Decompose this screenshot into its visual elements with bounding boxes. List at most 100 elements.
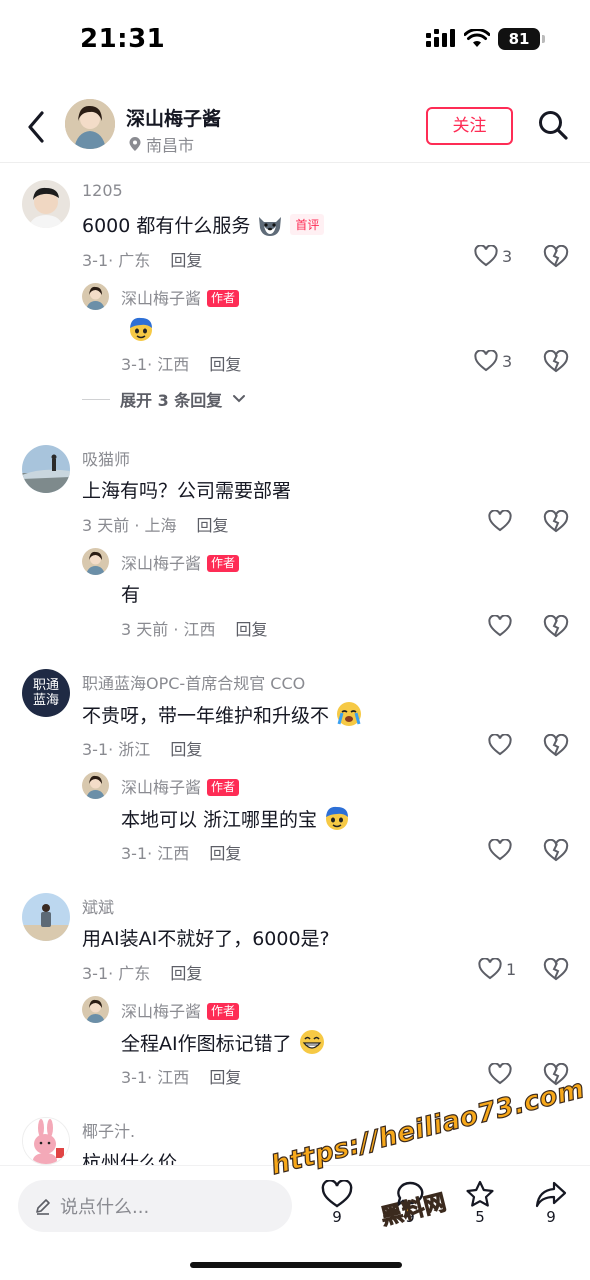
home-indicator bbox=[190, 1262, 402, 1268]
reply-date-location: 3-1· 江西 bbox=[121, 844, 190, 863]
reply-text: 有 bbox=[121, 584, 141, 606]
heart-icon bbox=[321, 1180, 353, 1208]
reply-text-body: 本地可以 浙江哪里的宝 bbox=[121, 808, 318, 831]
search-icon[interactable] bbox=[537, 109, 569, 141]
reply-meta: 3-1· 江西 回复 bbox=[121, 1064, 241, 1088]
reply-author[interactable]: 深山梅子酱 作者 bbox=[121, 774, 240, 798]
app-screen: { "status": {"time": "21:31", "battery":… bbox=[0, 0, 590, 1280]
reply-button[interactable]: 回复 bbox=[170, 740, 202, 759]
dislike-icon[interactable] bbox=[543, 958, 569, 982]
author-badge: 作者 bbox=[207, 1003, 240, 1020]
reply-meta: 3-1· 江西 回复 bbox=[121, 840, 241, 864]
reply-button[interactable]: 回复 bbox=[209, 1068, 241, 1087]
author-avatar[interactable] bbox=[65, 99, 115, 149]
reply-text-body: 全程AI作图标记错了 bbox=[121, 1032, 292, 1055]
reply-date-location: 3-1· 江西 bbox=[121, 1068, 190, 1087]
author-name[interactable]: 深山梅子酱 bbox=[126, 104, 221, 131]
reply-author[interactable]: 深山梅子酱 作者 bbox=[121, 550, 240, 574]
commenter-name[interactable]: 职通蓝海OPC-首席合规官 CCO bbox=[82, 670, 305, 694]
wifi-icon bbox=[464, 29, 490, 47]
reply-button[interactable]: 回复 bbox=[236, 620, 268, 639]
comment-meta: 3-1· 广东 回复 bbox=[82, 960, 202, 984]
location-text: 南昌市 bbox=[146, 136, 195, 155]
reply-button[interactable]: 回复 bbox=[197, 516, 229, 535]
like-button[interactable]: 1 bbox=[478, 958, 516, 980]
comment-text: 6000 都有什么服务 首评 bbox=[82, 211, 325, 238]
comment-date-location: 3-1· 浙江 bbox=[82, 740, 151, 759]
commenter-name[interactable]: 1205 bbox=[82, 181, 123, 200]
dislike-icon[interactable] bbox=[543, 510, 569, 534]
reply-button[interactable]: 回复 bbox=[170, 251, 202, 270]
commenter-name[interactable]: 吸猫师 bbox=[82, 446, 130, 470]
reply-avatar[interactable] bbox=[82, 996, 109, 1023]
favorite-action[interactable]: 5 bbox=[460, 1180, 500, 1226]
star-icon bbox=[466, 1180, 494, 1207]
like-button[interactable]: 3 bbox=[474, 350, 512, 372]
reply-text: 全程AI作图标记错了 bbox=[121, 1028, 326, 1056]
reply-date-location: 3-1· 江西 bbox=[121, 355, 190, 374]
heart-icon bbox=[488, 839, 512, 861]
like-button[interactable] bbox=[488, 510, 512, 532]
comment-item: 吸猫师 上海有吗？公司需要部署 3 天前 · 上海 回复 深山梅子酱 作者 有 3 … bbox=[0, 430, 590, 640]
author-location: 南昌市 bbox=[128, 132, 194, 156]
dislike-icon[interactable] bbox=[543, 350, 569, 374]
chevron-down-icon bbox=[233, 395, 246, 403]
comment-text: 不贵呀，带一年维护和升级不 bbox=[82, 700, 363, 728]
reply-avatar[interactable] bbox=[82, 772, 109, 799]
reply-author[interactable]: 深山梅子酱 作者 bbox=[121, 998, 240, 1022]
reply-button[interactable]: 回复 bbox=[209, 355, 241, 374]
back-icon[interactable] bbox=[22, 109, 52, 145]
like-count: 3 bbox=[502, 246, 513, 266]
expand-replies-button[interactable]: 展开 3 条回复 bbox=[82, 387, 246, 411]
comment-text: 用AI装AI不就好了，6000是? bbox=[82, 928, 330, 950]
follow-button[interactable]: 关注 bbox=[426, 107, 513, 145]
reply-author[interactable]: 深山梅子酱 作者 bbox=[121, 285, 240, 309]
like-button[interactable] bbox=[488, 615, 512, 637]
reply-avatar[interactable] bbox=[82, 548, 109, 575]
author-badge: 作者 bbox=[207, 555, 240, 572]
comment-text: 上海有吗？公司需要部署 bbox=[82, 480, 292, 502]
cellular-signal-icon bbox=[426, 29, 455, 47]
like-button[interactable] bbox=[488, 839, 512, 861]
heart-icon bbox=[474, 350, 498, 372]
comment-meta: 3 天前 · 上海 回复 bbox=[82, 512, 229, 536]
heart-icon bbox=[488, 1063, 512, 1085]
dislike-icon[interactable] bbox=[543, 839, 569, 863]
commenter-avatar[interactable]: 职通 蓝海 bbox=[22, 669, 70, 717]
reply-author-name: 深山梅子酱 bbox=[121, 289, 202, 308]
commenter-avatar[interactable] bbox=[22, 180, 70, 228]
commenter-name[interactable]: 斌斌 bbox=[82, 894, 114, 918]
like-button[interactable] bbox=[488, 734, 512, 756]
author-badge: 作者 bbox=[207, 779, 240, 796]
reply-button[interactable]: 回复 bbox=[170, 964, 202, 983]
heart-icon bbox=[488, 734, 512, 756]
heart-icon bbox=[488, 510, 512, 532]
comment-date-location: 3-1· 广东 bbox=[82, 964, 151, 983]
comment-item: 职通 蓝海 职通蓝海OPC-首席合规官 CCO 不贵呀，带一年维护和升级不 3-… bbox=[0, 654, 590, 864]
like-button[interactable] bbox=[488, 1063, 512, 1085]
author-badge: 作者 bbox=[207, 290, 240, 307]
like-count: 3 bbox=[502, 351, 513, 371]
dislike-icon[interactable] bbox=[543, 245, 569, 269]
husky-emoji-icon bbox=[259, 216, 282, 236]
comment-date-location: 3 天前 · 上海 bbox=[82, 516, 177, 535]
reply-button[interactable]: 回复 bbox=[209, 844, 241, 863]
like-action[interactable]: 9 bbox=[317, 1180, 357, 1226]
commenter-avatar[interactable] bbox=[22, 1117, 70, 1165]
comment-text-body: 不贵呀，带一年维护和升级不 bbox=[82, 704, 330, 727]
reply-date-location: 3 天前 · 江西 bbox=[121, 620, 216, 639]
comment-input[interactable]: 说点什么... bbox=[18, 1180, 292, 1232]
reply-author-name: 深山梅子酱 bbox=[121, 1002, 202, 1021]
like-button[interactable]: 3 bbox=[474, 245, 512, 267]
dislike-icon[interactable] bbox=[543, 615, 569, 639]
status-bar: 21:31 81 bbox=[0, 0, 590, 80]
comment-list: 1205 6000 都有什么服务 首评 3-1· 广东 回复 3 深山梅子酱 作者 … bbox=[0, 165, 590, 1165]
commenter-name[interactable]: 椰子汁. bbox=[82, 1118, 135, 1142]
first-comment-badge: 首评 bbox=[290, 214, 325, 235]
commenter-avatar[interactable] bbox=[22, 445, 70, 493]
reply-avatar[interactable] bbox=[82, 283, 109, 310]
dislike-icon[interactable] bbox=[543, 734, 569, 758]
expand-divider bbox=[82, 398, 110, 400]
share-action[interactable]: 9 bbox=[531, 1180, 571, 1226]
commenter-avatar[interactable] bbox=[22, 893, 70, 941]
